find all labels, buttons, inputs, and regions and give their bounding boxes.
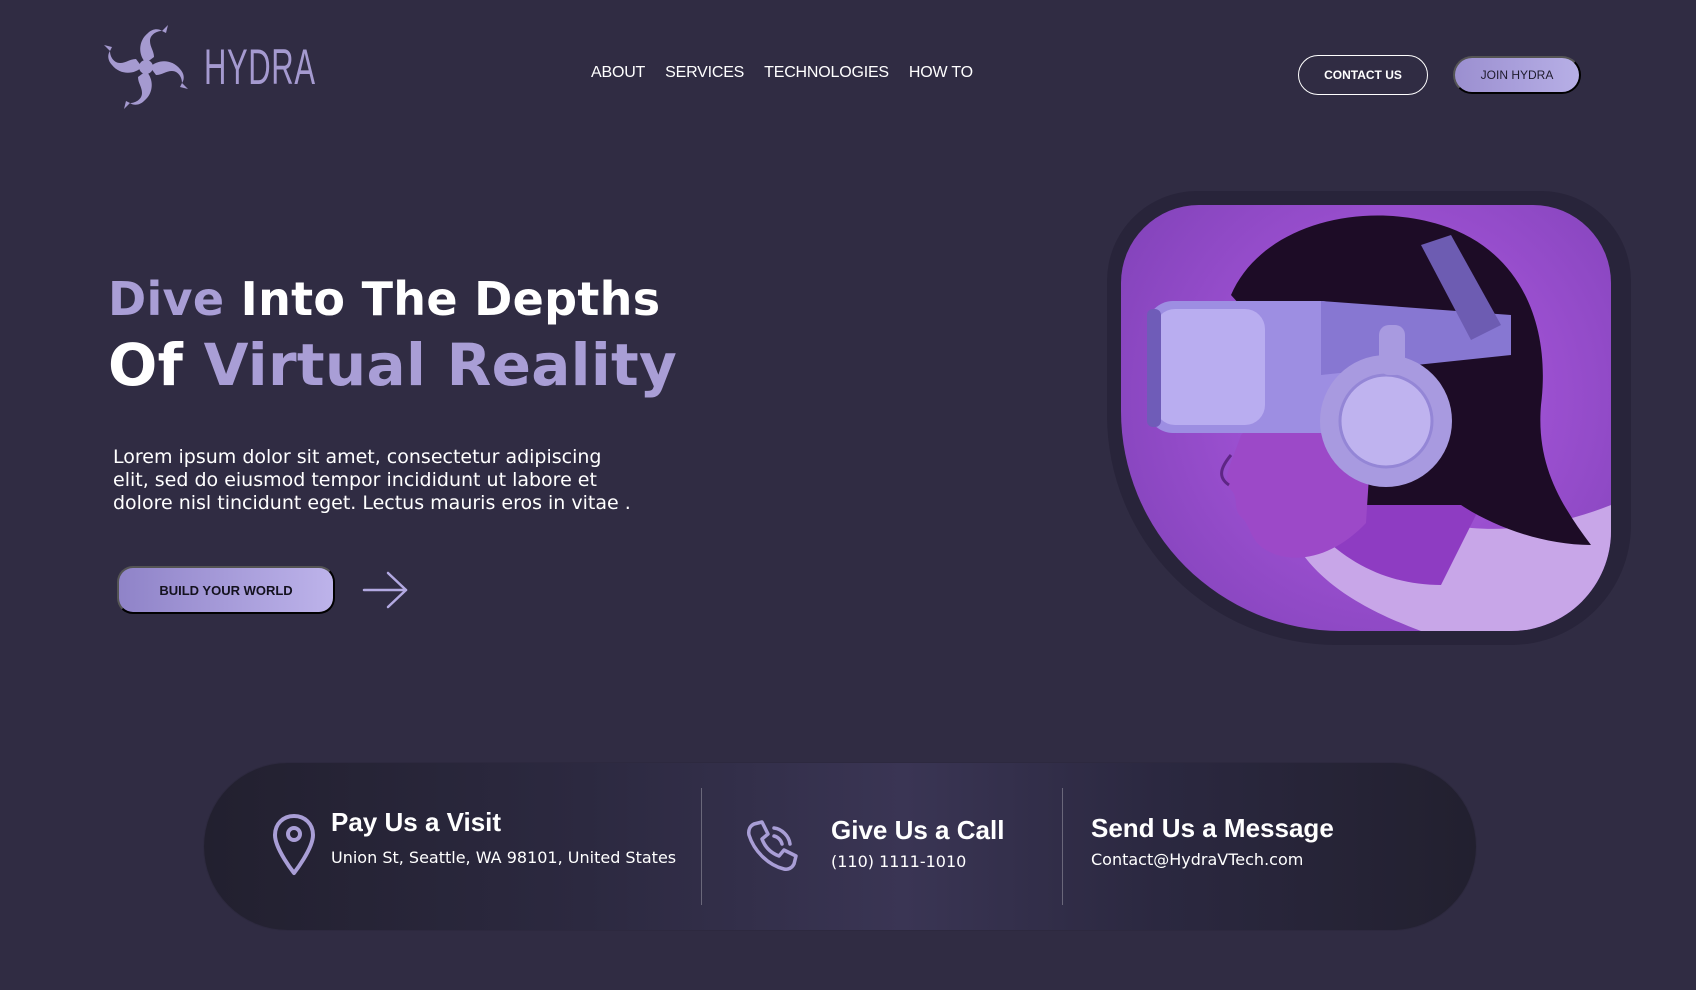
hero-title-line-1: Dive Into The Depths: [108, 266, 708, 332]
call-block: Give Us a Call (110) 1111-1010: [831, 815, 1004, 871]
hero-title-accent-word: Dive: [108, 272, 225, 326]
message-title: Send Us a Message: [1091, 813, 1334, 843]
visit-block: Pay Us a Visit Union St, Seattle, WA 981…: [331, 807, 676, 867]
contact-divider: [1062, 788, 1063, 905]
arrow-right-icon[interactable]: [362, 570, 410, 610]
brand-name: HYDRA: [204, 39, 316, 95]
contact-us-button[interactable]: CONTACT US: [1298, 55, 1428, 95]
phone-icon: [744, 818, 800, 879]
nav-item-how-to[interactable]: HOW TO: [909, 64, 973, 82]
call-title: Give Us a Call: [831, 815, 1005, 845]
hero-title-line-2-plain: Of: [108, 331, 204, 399]
message-email: Contact@HydraVTech.com: [1091, 850, 1334, 869]
nav-item-technologies[interactable]: TECHNOLOGIES: [764, 64, 889, 82]
main-nav: ABOUT SERVICES TECHNOLOGIES HOW TO: [591, 64, 973, 82]
call-phone-number[interactable]: (110) 1111-1010: [831, 852, 1004, 871]
hero-title: Dive Into The Depths Of Virtual Reality: [108, 266, 708, 398]
visit-address: Union St, Seattle, WA 98101, United Stat…: [331, 848, 677, 867]
hero-description: Lorem ipsum dolor sit amet, consectetur …: [113, 446, 631, 514]
build-your-world-button[interactable]: BUILD YOUR WORLD: [117, 566, 335, 614]
visit-title: Pay Us a Visit: [331, 807, 502, 837]
contact-divider: [701, 788, 702, 905]
nav-item-services[interactable]: SERVICES: [665, 64, 744, 82]
contact-bar: Pay Us a Visit Union St, Seattle, WA 981…: [204, 763, 1476, 930]
nav-item-about[interactable]: ABOUT: [591, 64, 645, 82]
location-pin-icon: [272, 813, 316, 882]
message-block: Send Us a Message Contact@HydraVTech.com: [1091, 813, 1334, 869]
join-hydra-button[interactable]: JOIN HYDRA: [1453, 56, 1581, 94]
hydra-swirl-icon: [104, 25, 188, 109]
hero-title-line-1-rest: Into The Depths: [224, 272, 661, 326]
hero-title-accent-phrase: Virtual Reality: [203, 331, 678, 399]
brand-logo[interactable]: HYDRA: [94, 14, 315, 120]
page: HYDRA ABOUT SERVICES TECHNOLOGIES HOW TO…: [0, 0, 1696, 990]
hero-image-frame: [1107, 191, 1631, 645]
email-link[interactable]: Contact@HydraVTech.com: [1091, 850, 1303, 869]
hero-title-line-2: Of Virtual Reality: [108, 332, 708, 398]
vr-headset-person-image: [1121, 205, 1611, 631]
